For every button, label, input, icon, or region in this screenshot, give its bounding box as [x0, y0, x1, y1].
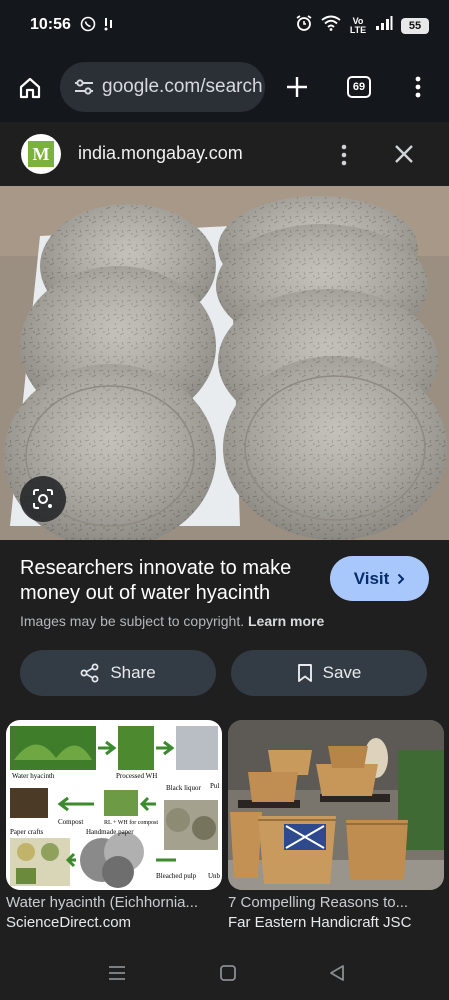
diagram-label: RL + WH for compost [104, 819, 158, 826]
site-logo-letter: M [28, 141, 54, 167]
nav-home-icon[interactable] [219, 964, 237, 987]
alarm-icon [295, 14, 313, 37]
copyright-text: Images may be subject to copyright. [20, 613, 245, 629]
status-notification-icons [80, 16, 116, 37]
diagram-label: Unb [208, 872, 221, 880]
system-nav-bar [0, 948, 449, 1000]
signal-icon [102, 16, 116, 37]
main-image[interactable] [0, 186, 449, 540]
tune-icon[interactable] [72, 75, 96, 99]
status-bar: 10:56 Vo LTE 55 [0, 0, 449, 52]
bookmark-icon [297, 664, 312, 682]
related-source: ScienceDirect.com [6, 914, 132, 931]
diagram-label: Pul [210, 782, 219, 790]
save-label: Save [322, 663, 362, 682]
home-button[interactable] [14, 72, 46, 104]
related-thumbnail[interactable] [228, 720, 444, 890]
wifi-icon [321, 15, 341, 36]
related-result[interactable]: 7 Compelling Reasons to... Far Eastern H… [228, 720, 444, 931]
diagram-label: Compost [58, 818, 83, 826]
more-vert-icon[interactable] [332, 140, 356, 170]
diagram-label: Processed WH [116, 772, 157, 780]
plus-icon [287, 77, 307, 97]
more-vert-icon[interactable] [406, 72, 430, 102]
share-label: Share [110, 663, 156, 682]
cellular-icon [375, 15, 393, 36]
diagram-label: Bleached pulp [156, 872, 197, 880]
browser-toolbar: google.com/search 69 [0, 52, 449, 122]
battery-indicator: 55 [401, 17, 429, 34]
visit-label: Visit [353, 568, 390, 588]
source-header: M india.mongabay.com [0, 122, 449, 186]
related-thumbnail[interactable]: Water hyacinth Processed WH Black liquor… [6, 720, 222, 890]
diagram-label: Handmade paper [86, 828, 134, 836]
whatsapp-icon [80, 16, 96, 37]
visit-button[interactable]: Visit [330, 556, 429, 601]
share-icon [80, 663, 99, 683]
site-logo: M [21, 134, 61, 174]
learn-more-link[interactable]: Learn more [248, 613, 324, 629]
result-title: Researchers innovate to make money out o… [20, 557, 292, 604]
related-title[interactable]: 7 Compelling Reasons to... [228, 894, 444, 911]
diagram-label: Paper crafts [10, 828, 44, 836]
site-domain[interactable]: india.mongabay.com [78, 143, 243, 164]
status-time: 10:56 [30, 16, 71, 33]
related-title[interactable]: Water hyacinth (Eichhornia... [6, 894, 222, 911]
volte-indicator: Vo LTE [349, 15, 367, 35]
lens-icon[interactable] [20, 476, 66, 522]
close-icon[interactable] [390, 140, 418, 168]
diagram-label: Water hyacinth [12, 772, 55, 780]
back-icon[interactable] [328, 964, 346, 987]
save-button[interactable]: Save [231, 650, 427, 696]
related-result[interactable]: Water hyacinth Processed WH Black liquor… [6, 720, 222, 931]
chevron-right-icon [398, 573, 405, 584]
new-tab-button[interactable] [282, 72, 312, 102]
related-source: Far Eastern Handicraft JSC [228, 914, 412, 931]
copyright-notice: Images may be subject to copyright. Lear… [20, 613, 324, 629]
recents-icon[interactable] [108, 965, 126, 986]
tab-switcher-icon[interactable]: 69 [347, 76, 371, 98]
url-text[interactable]: google.com/search [102, 76, 262, 98]
status-system-icons: Vo LTE 55 [295, 14, 429, 37]
diagram-label: Black liquor [166, 784, 201, 792]
address-bar[interactable]: google.com/search [60, 62, 265, 112]
share-button[interactable]: Share [20, 650, 216, 696]
home-icon [19, 77, 41, 99]
